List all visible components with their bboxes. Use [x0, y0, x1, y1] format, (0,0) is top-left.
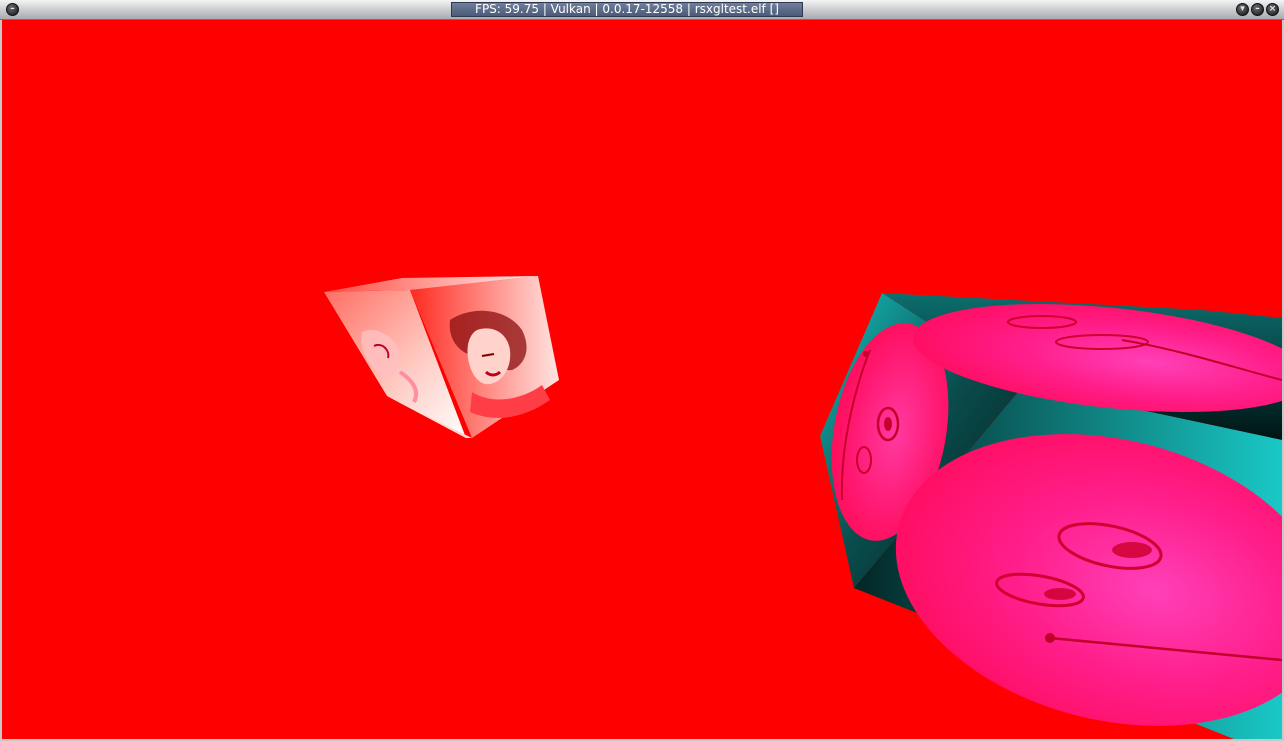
minimize-button[interactable]: – [1251, 3, 1264, 16]
shade-button[interactable]: ▾ [1236, 3, 1249, 16]
large-textured-cube [820, 293, 1282, 739]
title-bar[interactable]: – FPS: 59.75 | Vulkan | 0.0.17-12558 | r… [0, 0, 1284, 20]
scene-canvas [324, 276, 1282, 739]
close-button[interactable]: × [1266, 3, 1279, 16]
minus-circle-icon: – [10, 4, 15, 14]
application-window: – FPS: 59.75 | Vulkan | 0.0.17-12558 | r… [0, 0, 1284, 741]
small-textured-cube [324, 276, 559, 438]
minus-circle-icon: – [1255, 4, 1260, 14]
x-circle-icon: × [1268, 4, 1277, 14]
render-viewport[interactable] [2, 20, 1282, 739]
window-menu-button[interactable]: – [6, 3, 19, 16]
window-title: FPS: 59.75 | Vulkan | 0.0.17-12558 | rsx… [451, 2, 803, 17]
chevron-down-circle-icon: ▾ [1240, 4, 1245, 14]
